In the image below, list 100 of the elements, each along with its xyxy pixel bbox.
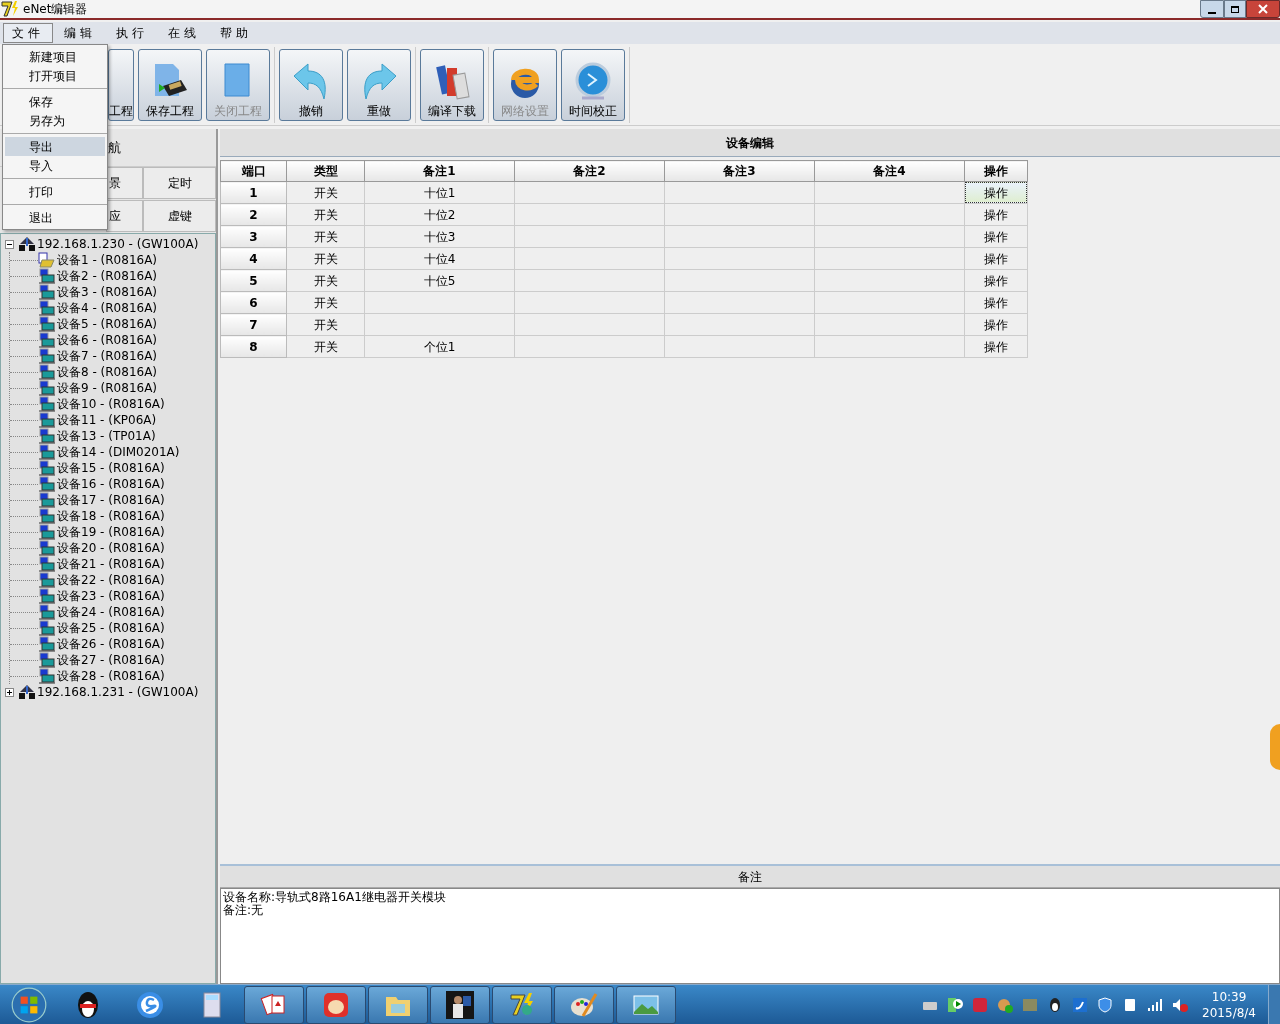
tree-item[interactable]: 设备28 - (R0816A) (57, 668, 165, 684)
computer-icon (38, 428, 56, 444)
taskbar-button[interactable] (616, 985, 676, 1024)
open-folder-icon (38, 252, 56, 268)
menu-item[interactable]: 编辑 (55, 23, 105, 43)
toolbar-button[interactable]: 撤销 (279, 48, 343, 121)
action-button[interactable]: 操作 (965, 314, 1027, 335)
computer-icon (38, 652, 56, 668)
tree-item[interactable]: 设备16 - (R0816A) (57, 476, 165, 492)
column-header: 备注1 (364, 160, 515, 182)
toolbar-button[interactable]: 工程 (108, 48, 134, 121)
tree-item[interactable]: 192.168.1.231 - (GW100A) (37, 684, 199, 700)
tree-item[interactable]: 设备18 - (R0816A) (57, 508, 165, 524)
tree-item[interactable]: 设备10 - (R0816A) (57, 396, 165, 412)
restore-button[interactable] (1224, 0, 1246, 18)
signal-icon[interactable] (1147, 996, 1164, 1013)
tree-item[interactable]: 设备27 - (R0816A) (57, 652, 165, 668)
shield-icon[interactable] (1097, 996, 1114, 1013)
action-button[interactable]: 操作 (965, 248, 1027, 269)
action-button[interactable]: 操作 (965, 204, 1027, 225)
tree-item[interactable]: 设备4 - (R0816A) (57, 300, 158, 316)
action-button[interactable]: 操作 (965, 226, 1027, 247)
action-button[interactable]: 操作 (965, 336, 1027, 357)
tree-item[interactable]: 设备21 - (R0816A) (57, 556, 165, 572)
network-hub-icon (18, 236, 36, 252)
minimize-button[interactable] (1200, 0, 1224, 18)
computer-icon (38, 604, 56, 620)
play-icon[interactable] (947, 996, 964, 1013)
tree-item[interactable]: 设备24 - (R0816A) (57, 604, 165, 620)
table-cell: 开关 (286, 335, 365, 358)
taskbar-button[interactable] (244, 985, 304, 1024)
tree-item[interactable]: 设备9 - (R0816A) (57, 380, 158, 396)
action-button[interactable]: 操作 (965, 182, 1027, 203)
tree-item[interactable]: 设备15 - (R0816A) (57, 460, 165, 476)
tree-item[interactable]: 设备22 - (R0816A) (57, 572, 165, 588)
tree-item[interactable]: 设备19 - (R0816A) (57, 524, 165, 540)
tree-item[interactable]: 设备6 - (R0816A) (57, 332, 158, 348)
tree-item[interactable]: 设备13 - (TP01A) (57, 428, 156, 444)
action-button[interactable]: 操作 (965, 292, 1027, 313)
computer-icon (38, 380, 56, 396)
computer-icon (38, 556, 56, 572)
taskbar-button[interactable] (306, 985, 366, 1024)
toolbar-button[interactable]: 重做 (347, 48, 411, 121)
tree-item[interactable]: 设备11 - (KP06A) (57, 412, 157, 428)
computer-icon (38, 396, 56, 412)
tree-item[interactable]: 192.168.1.230 - (GW100A) (37, 236, 199, 252)
collapse-toggle-icon[interactable] (5, 239, 14, 249)
toolbar-button[interactable]: 编译下载 (420, 48, 484, 121)
menu-entry[interactable]: 导出 (5, 137, 105, 156)
menu-entry[interactable]: 保存 (5, 92, 105, 111)
menu-item[interactable]: 执行 (107, 23, 157, 43)
tree-item[interactable]: 设备17 - (R0816A) (57, 492, 165, 508)
tree-item[interactable]: 设备8 - (R0816A) (57, 364, 158, 380)
nav-tab[interactable]: 虚键 (143, 200, 216, 232)
taskbar-button[interactable] (554, 985, 614, 1024)
menu-item[interactable]: 帮助 (211, 23, 261, 43)
menu-item[interactable]: 文件 (3, 23, 53, 43)
nav-tab[interactable]: 景 (106, 167, 143, 199)
notes-field[interactable]: 设备名称:导轨式8路16A1继电器开关模块 备注:无 (220, 888, 1280, 984)
taskbar-button[interactable] (430, 985, 490, 1024)
menu-entry[interactable]: 打印 (5, 182, 105, 201)
menu-entry[interactable]: 新建项目 (5, 47, 105, 66)
nav-tab[interactable]: 定时 (143, 167, 216, 199)
cow-check-icon[interactable] (997, 996, 1014, 1013)
menu-entry[interactable]: 退出 (5, 208, 105, 227)
computer-icon (38, 348, 56, 364)
taskbar-button[interactable] (492, 985, 552, 1024)
table-cell: 个位1 (364, 335, 515, 358)
computer-icon (38, 508, 56, 524)
menu-item[interactable]: 在线 (159, 23, 209, 43)
tree-item[interactable]: 设备25 - (R0816A) (57, 620, 165, 636)
tree-item[interactable]: 设备14 - (DIM0201A) (57, 444, 180, 460)
toolbar-button[interactable]: 时间校正 (561, 48, 625, 121)
close-icon (1258, 4, 1268, 14)
table-cell: 开关 (286, 269, 365, 292)
menu-entry[interactable]: 导入 (5, 156, 105, 175)
computer-icon (38, 492, 56, 508)
arrow-app-icon[interactable] (1072, 996, 1089, 1013)
row-header: 3 (220, 225, 287, 248)
tree-item[interactable]: 设备5 - (R0816A) (57, 316, 158, 332)
expand-toggle-icon[interactable] (5, 687, 14, 697)
table-cell: 十位3 (364, 225, 515, 248)
tree-item[interactable]: 设备2 - (R0816A) (57, 268, 158, 284)
action-button[interactable]: 操作 (965, 270, 1027, 291)
tree-item[interactable]: 设备1 - (R0816A) (57, 252, 158, 268)
network-hub-icon (18, 684, 36, 700)
taskbar-button[interactable] (368, 985, 428, 1024)
table-cell: 开关 (286, 291, 365, 314)
nav-tab[interactable]: 应 (106, 200, 143, 232)
tree-item[interactable]: 设备7 - (R0816A) (57, 348, 158, 364)
computer-icon (38, 412, 56, 428)
tree-item[interactable]: 设备20 - (R0816A) (57, 540, 165, 556)
panel-title: 设备编辑 (726, 134, 774, 152)
tree-item[interactable]: 设备3 - (R0816A) (57, 284, 158, 300)
menu-entry[interactable]: 另存为 (5, 111, 105, 130)
toolbar-button[interactable]: 保存工程 (138, 48, 202, 121)
tree-item[interactable]: 设备26 - (R0816A) (57, 636, 165, 652)
menu-entry[interactable]: 打开项目 (5, 66, 105, 85)
close-button[interactable] (1246, 0, 1280, 18)
tree-item[interactable]: 设备23 - (R0816A) (57, 588, 165, 604)
